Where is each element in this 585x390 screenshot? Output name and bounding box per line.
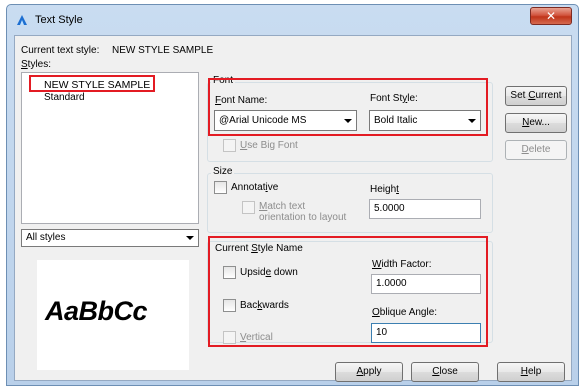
backwards-checkbox[interactable] <box>223 299 236 312</box>
oblique-angle-input[interactable]: 10 <box>371 323 481 343</box>
current-style-label: Current text style: <box>21 45 100 56</box>
vertical-label: Vertical <box>240 332 273 343</box>
dialog-body: Current text style: NEW STYLE SAMPLE Sty… <box>14 35 572 382</box>
height-input[interactable]: 5.0000 <box>369 199 481 219</box>
upside-down-checkbox[interactable] <box>223 266 236 279</box>
height-label: Height <box>370 184 399 195</box>
current-style-value: NEW STYLE SAMPLE <box>112 45 214 56</box>
highlight-font-group <box>208 78 488 136</box>
styles-filter-select[interactable]: All styles <box>21 229 199 247</box>
help-button[interactable]: Help <box>497 362 565 382</box>
text-style-dialog: Text Style ✕ Current text style: NEW STY… <box>6 4 579 386</box>
autocad-logo-icon <box>17 15 27 25</box>
set-current-button[interactable]: Set Current <box>505 86 567 106</box>
use-big-font-checkbox[interactable] <box>223 139 236 152</box>
use-big-font-label: Use Big Font <box>240 140 298 151</box>
width-factor-input[interactable]: 1.0000 <box>371 274 481 294</box>
delete-button[interactable]: Delete <box>505 140 567 160</box>
close-window-button[interactable]: ✕ <box>530 7 572 25</box>
backwards-label: Backwards <box>240 300 289 311</box>
match-orientation-checkbox[interactable] <box>242 201 255 214</box>
style-item-standard[interactable]: Standard <box>44 92 85 103</box>
apply-button[interactable]: Apply <box>335 362 403 382</box>
annotative-checkbox[interactable] <box>214 181 227 194</box>
styles-label: Styles: <box>21 59 52 70</box>
highlight-style-item <box>29 75 155 92</box>
match-orientation-label-line2: orientation to layout <box>259 212 347 223</box>
new-button[interactable]: New... <box>505 113 567 133</box>
title-bar[interactable]: Text Style ✕ <box>7 5 578 35</box>
close-button[interactable]: Close <box>411 362 479 382</box>
annotative-label: Annotative <box>231 182 279 193</box>
preview-panel: AaBbCc <box>37 260 189 370</box>
preview-text: AaBbCc <box>45 296 148 326</box>
window-title: Text Style <box>35 14 83 26</box>
styles-filter-value: All styles <box>26 232 66 243</box>
match-orientation-label-line1: Match text <box>259 201 306 212</box>
oblique-angle-label: Oblique Angle: <box>372 307 438 318</box>
chevron-down-icon <box>186 236 194 240</box>
size-group-label: Size <box>211 166 235 177</box>
upside-down-label: Upside down <box>240 267 298 278</box>
width-factor-label: Width Factor: <box>372 259 432 270</box>
vertical-checkbox[interactable] <box>223 331 236 344</box>
styles-list[interactable]: NEW STYLE SAMPLE Standard <box>21 72 199 224</box>
